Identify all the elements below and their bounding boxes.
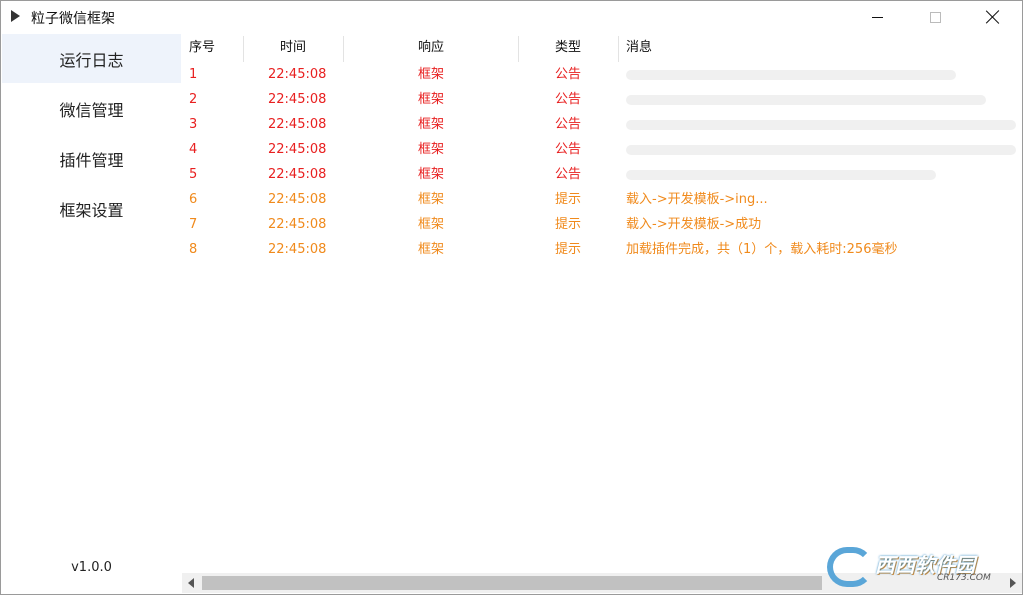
blurred-message: [626, 145, 1016, 155]
sidebar-item-plugin-manage[interactable]: 插件管理: [2, 134, 181, 183]
cell-message: 加载插件完成，共（1）个，载入耗时:256毫秒: [626, 242, 898, 257]
cell-no: 3: [189, 117, 198, 132]
column-header-response[interactable]: 响应: [418, 34, 444, 62]
cell-message: 载入->开发模板->ing...: [626, 192, 768, 207]
cell-time: 22:45:08: [268, 142, 327, 157]
scroll-left-icon[interactable]: [188, 578, 194, 588]
column-divider[interactable]: [343, 36, 344, 62]
cell-no: 1: [189, 67, 198, 82]
blurred-message: [626, 95, 986, 105]
table-row[interactable]: 8 22:45:08 框架 提示 加载插件完成，共（1）个，载入耗时:256毫秒: [182, 237, 1022, 262]
cell-no: 7: [189, 217, 198, 232]
sidebar-item-label: 插件管理: [59, 150, 124, 170]
cell-no: 5: [189, 167, 198, 182]
log-table: 序号 时间 响应 类型 消息 1 22:45:08 框架 公告 2 22:45:…: [182, 34, 1022, 594]
table-row[interactable]: 3 22:45:08 框架 公告: [182, 112, 1022, 137]
column-divider[interactable]: [618, 36, 619, 62]
table-row[interactable]: 1 22:45:08 框架 公告: [182, 62, 1022, 87]
app-play-icon: [11, 10, 20, 22]
cell-response: 框架: [418, 242, 445, 257]
cell-message: 载入->开发模板->成功: [626, 217, 762, 232]
cell-no: 6: [189, 192, 198, 207]
sidebar-item-wechat-manage[interactable]: 微信管理: [2, 84, 181, 133]
watermark-subtext: CR173.COM: [937, 573, 991, 583]
cell-time: 22:45:08: [268, 167, 327, 182]
table-row[interactable]: 7 22:45:08 框架 提示 载入->开发模板->成功: [182, 212, 1022, 237]
watermark-logo: 西西软件园 CR173.COM: [827, 547, 1005, 587]
cell-type: 公告: [555, 117, 582, 132]
cell-time: 22:45:08: [268, 242, 327, 257]
sidebar: 运行日志 微信管理 插件管理 框架设置 v1.0.0: [1, 34, 182, 594]
sidebar-item-framework-settings[interactable]: 框架设置: [2, 184, 181, 233]
table-header: 序号 时间 响应 类型 消息: [182, 34, 1022, 62]
cell-time: 22:45:08: [268, 217, 327, 232]
cell-response: 框架: [418, 142, 445, 157]
cell-type: 提示: [555, 192, 582, 207]
cell-response: 框架: [418, 117, 445, 132]
sidebar-item-run-log[interactable]: 运行日志: [2, 34, 181, 83]
cell-response: 框架: [418, 92, 445, 107]
cell-response: 框架: [418, 67, 445, 82]
sidebar-item-label: 微信管理: [59, 100, 124, 120]
cell-type: 公告: [555, 92, 582, 107]
sidebar-item-label: 框架设置: [59, 200, 124, 220]
cell-time: 22:45:08: [268, 67, 327, 82]
column-header-time[interactable]: 时间: [280, 34, 306, 62]
cell-type: 公告: [555, 142, 582, 157]
blurred-message: [626, 170, 936, 180]
cell-time: 22:45:08: [268, 192, 327, 207]
column-header-message[interactable]: 消息: [626, 34, 652, 62]
watermark-c-icon: [827, 547, 873, 587]
close-icon: [986, 10, 1000, 24]
title-bar[interactable]: 粒子微信框架: [1, 1, 1022, 33]
minimize-icon: [871, 16, 883, 18]
cell-time: 22:45:08: [268, 117, 327, 132]
close-button[interactable]: [964, 1, 1022, 33]
column-divider[interactable]: [243, 36, 244, 62]
cell-response: 框架: [418, 217, 445, 232]
cell-type: 公告: [555, 167, 582, 182]
table-row[interactable]: 6 22:45:08 框架 提示 载入->开发模板->ing...: [182, 187, 1022, 212]
maximize-icon: [929, 11, 941, 23]
blurred-message: [626, 70, 956, 80]
column-header-no[interactable]: 序号: [189, 34, 215, 62]
cell-no: 2: [189, 92, 198, 107]
cell-time: 22:45:08: [268, 92, 327, 107]
blurred-message: [626, 120, 1016, 130]
cell-type: 提示: [555, 217, 582, 232]
column-header-type[interactable]: 类型: [555, 34, 581, 62]
cell-response: 框架: [418, 167, 445, 182]
table-row[interactable]: 2 22:45:08 框架 公告: [182, 87, 1022, 112]
cell-no: 8: [189, 242, 198, 257]
cell-type: 提示: [555, 242, 582, 257]
scroll-thumb[interactable]: [202, 576, 822, 590]
app-window: 粒子微信框架 运行日志 微信管理 插件管理 框架设置 v1.0.0 序号 时间 …: [0, 0, 1023, 595]
window-title: 粒子微信框架: [31, 11, 115, 27]
table-row[interactable]: 4 22:45:08 框架 公告: [182, 137, 1022, 162]
table-row[interactable]: 5 22:45:08 框架 公告: [182, 162, 1022, 187]
cell-no: 4: [189, 142, 198, 157]
scroll-right-icon[interactable]: [1010, 578, 1016, 588]
sidebar-item-label: 运行日志: [59, 50, 124, 70]
cell-response: 框架: [418, 192, 445, 207]
version-label: v1.0.0: [71, 560, 112, 575]
cell-type: 公告: [555, 67, 582, 82]
minimize-button[interactable]: [848, 1, 906, 33]
maximize-button[interactable]: [906, 1, 964, 33]
column-divider[interactable]: [518, 36, 519, 62]
